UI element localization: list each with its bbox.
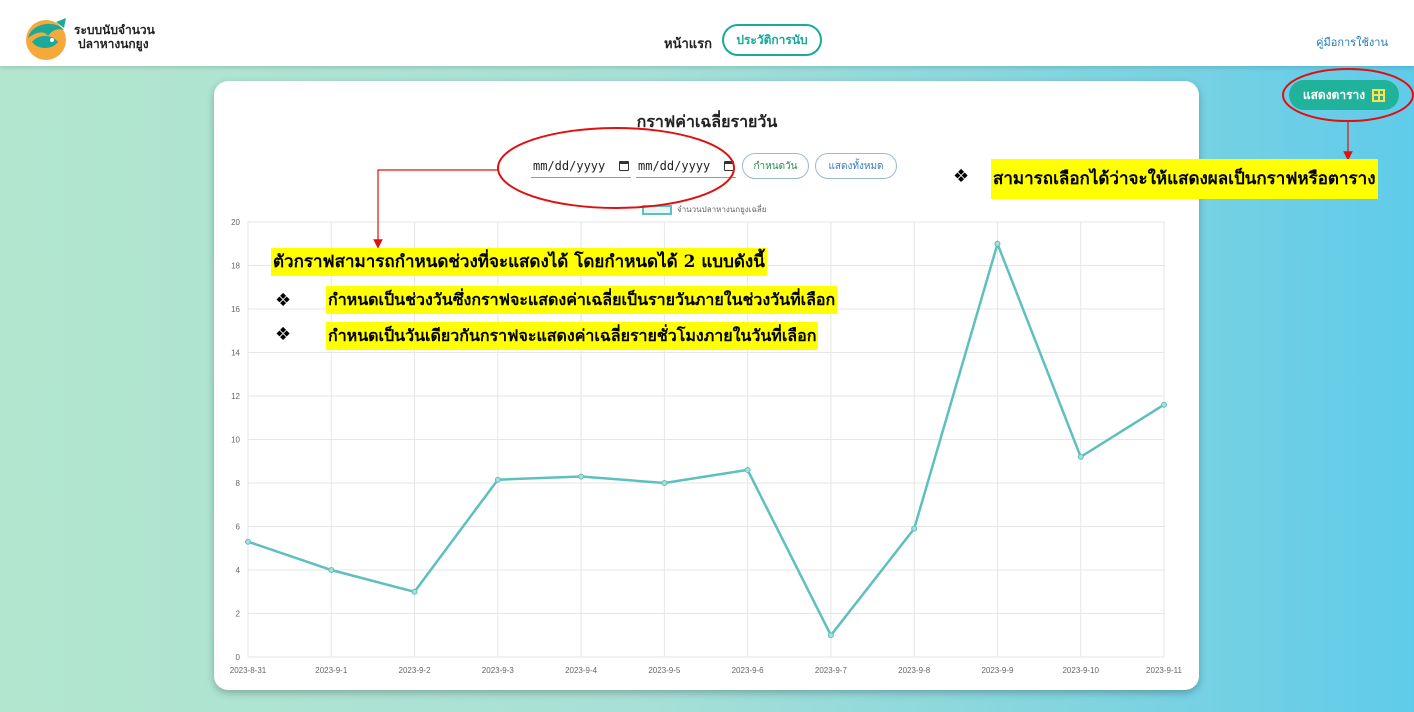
right-annotation-note: สามารถเลือกได้ว่าจะให้แสดงผลเป็นกราฟหรือ… [991, 159, 1378, 199]
date-range-arrow [373, 169, 499, 249]
note-bullet-icon: ❖ [275, 290, 292, 311]
note-bullet-icon: ❖ [275, 324, 292, 345]
left-annotation-item-1: กำหนดเป็นช่วงวันซึ่งกราฟจะแสดงค่าเฉลี่ยเ… [326, 286, 838, 314]
table-button-highlight-ellipse [1282, 68, 1414, 122]
note-bullet-icon: ❖ [953, 166, 970, 187]
left-annotation-title: ตัวกราฟสามารถกำหนดช่วงที่จะแสดงได้ โดยกำ… [271, 248, 767, 276]
date-range-highlight-ellipse [497, 127, 735, 209]
annotation-overlay [373, 68, 1414, 249]
left-annotation-item-2: กำหนดเป็นวันเดียวกันกราฟจะแสดงค่าเฉลี่ยร… [326, 322, 819, 350]
